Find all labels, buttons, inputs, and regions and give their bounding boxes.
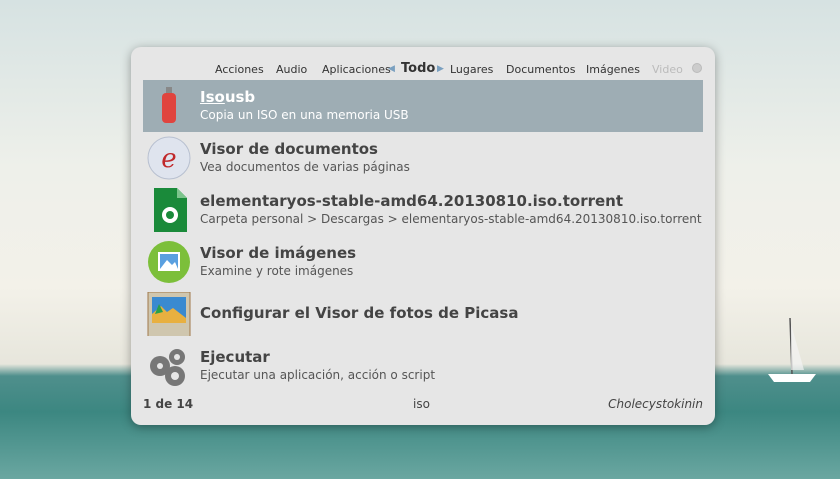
image-viewer-icon bbox=[148, 241, 190, 283]
svg-text:e: e bbox=[161, 144, 176, 174]
tab-todo[interactable]: Todo bbox=[401, 61, 435, 76]
result-count: 1 de 14 bbox=[143, 397, 194, 411]
theme-name: Cholecystokinin bbox=[608, 397, 703, 411]
tab-lugares[interactable]: Lugares bbox=[450, 63, 493, 76]
tab-audio[interactable]: Audio bbox=[276, 63, 307, 76]
search-query: iso bbox=[413, 397, 430, 411]
result-title: Configurar el Visor de fotos de Picasa bbox=[200, 304, 519, 322]
result-item[interactable]: Ejecutar Ejecutar una aplicación, acción… bbox=[143, 340, 703, 392]
result-subtitle: Copia un ISO en una memoria USB bbox=[200, 108, 409, 122]
launcher-window: Acciones Audio Aplicaciones ◀ Todo ▶ Lug… bbox=[131, 47, 715, 425]
result-subtitle: Carpeta personal > Descargas > elementar… bbox=[200, 212, 702, 226]
tab-acciones[interactable]: Acciones bbox=[215, 63, 264, 76]
usb-drive-icon bbox=[162, 87, 176, 123]
picture-icon bbox=[147, 292, 191, 336]
tab-aplicaciones[interactable]: Aplicaciones bbox=[322, 63, 391, 76]
result-title: Visor de imágenes bbox=[200, 244, 357, 262]
sailboat-decoration bbox=[768, 318, 816, 382]
title-rest: usb bbox=[224, 88, 256, 106]
result-subtitle: Examine y rote imágenes bbox=[200, 264, 354, 278]
tab-documentos[interactable]: Documentos bbox=[506, 63, 575, 76]
close-button[interactable] bbox=[692, 63, 702, 73]
tab-video[interactable]: Video bbox=[652, 63, 683, 76]
document-viewer-icon: e bbox=[147, 136, 191, 180]
tab-imagenes[interactable]: Imágenes bbox=[586, 63, 640, 76]
result-title: elementaryos-stable-amd64.20130810.iso.t… bbox=[200, 192, 624, 210]
result-item[interactable]: elementaryos-stable-amd64.20130810.iso.t… bbox=[143, 184, 703, 236]
result-subtitle: Vea documentos de varias páginas bbox=[200, 160, 410, 174]
gears-icon bbox=[150, 349, 185, 386]
result-item[interactable]: Visor de imágenes Examine y rote imágene… bbox=[143, 236, 703, 288]
category-tabs: Acciones Audio Aplicaciones ◀ Todo ▶ Lug… bbox=[131, 61, 715, 79]
result-item[interactable]: Isousb Copia un ISO en una memoria USB bbox=[143, 80, 703, 132]
arrow-right-icon[interactable]: ▶ bbox=[437, 64, 444, 74]
result-title: Ejecutar bbox=[200, 348, 270, 366]
arrow-left-icon[interactable]: ◀ bbox=[388, 64, 395, 74]
result-item[interactable]: e Visor de documentos Vea documentos de … bbox=[143, 132, 703, 184]
title-match: Iso bbox=[200, 88, 225, 106]
result-subtitle: Ejecutar una aplicación, acción o script bbox=[200, 368, 436, 382]
result-title: Visor de documentos bbox=[200, 140, 378, 158]
result-item[interactable]: Configurar el Visor de fotos de Picasa bbox=[143, 288, 703, 340]
torrent-file-icon bbox=[154, 188, 187, 232]
